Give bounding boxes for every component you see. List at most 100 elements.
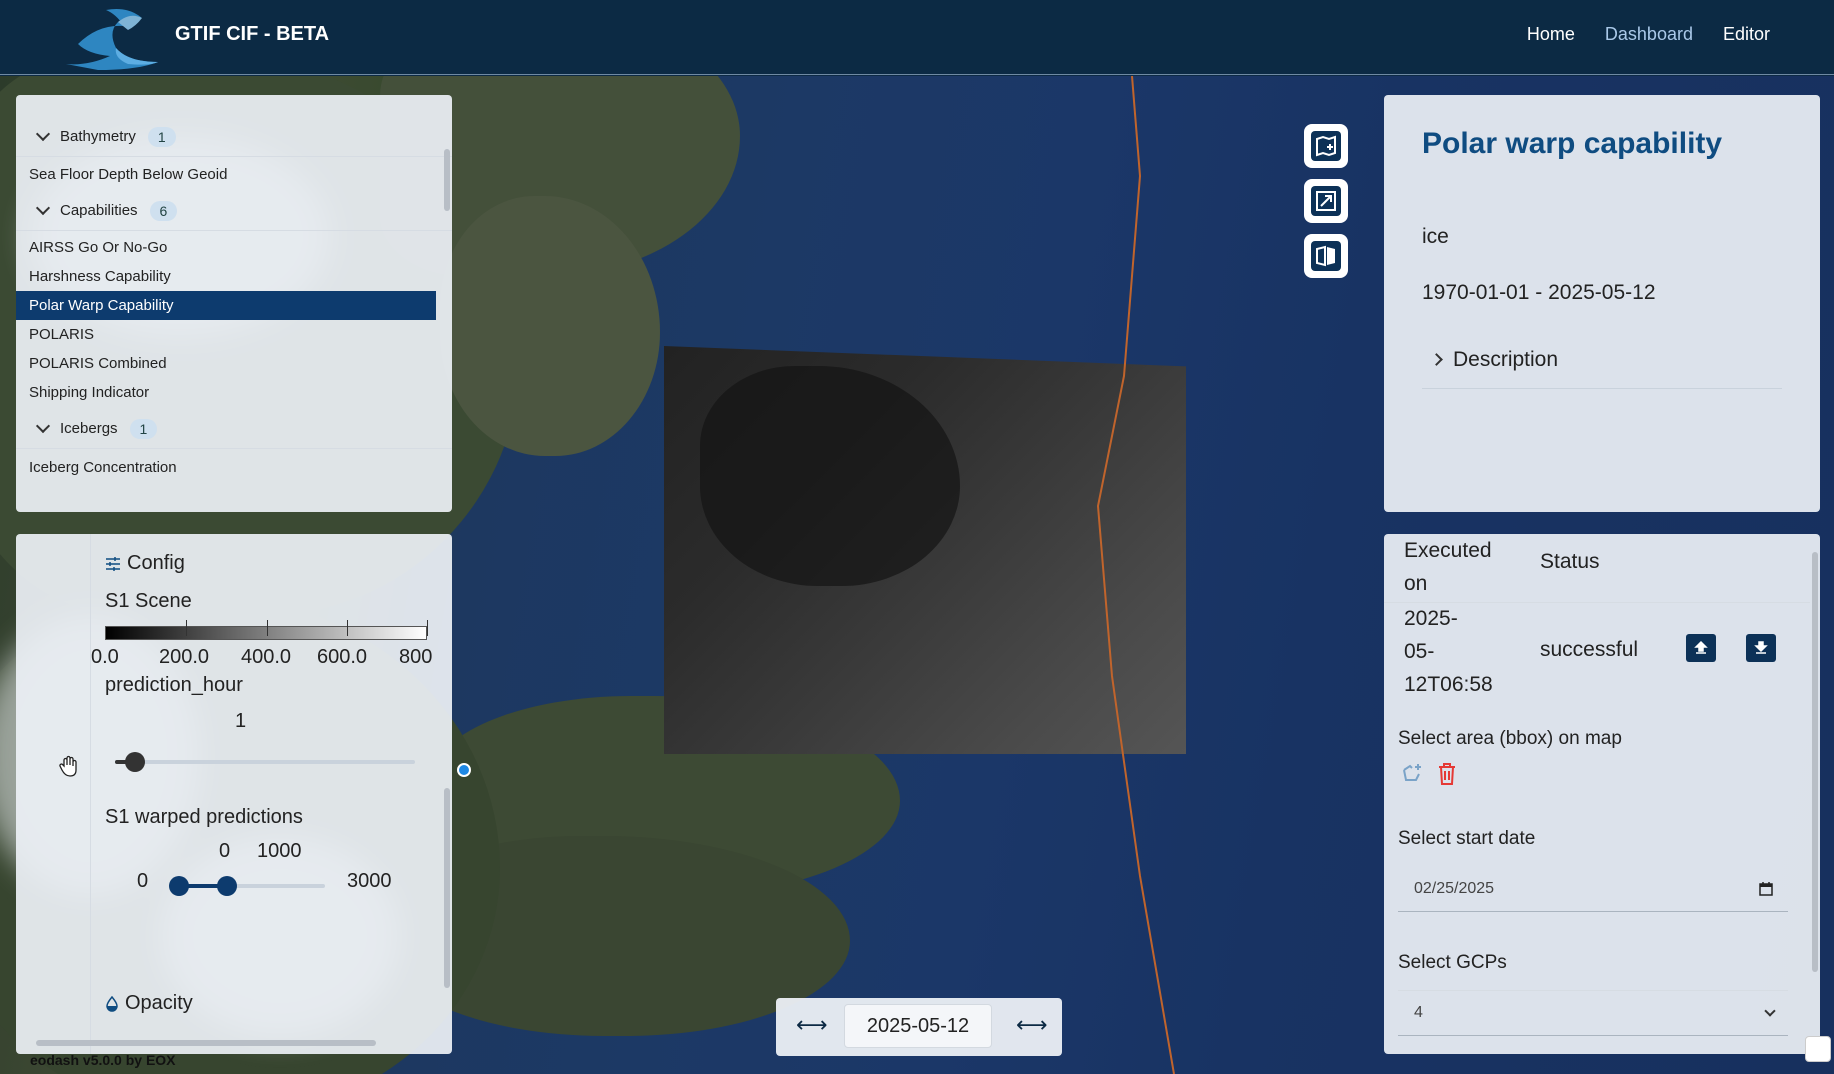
- row-date-part: 2025-: [1404, 607, 1458, 630]
- layer-item-selected[interactable]: Polar Warp Capability: [16, 291, 436, 320]
- compare-button[interactable]: [1304, 234, 1348, 278]
- description-expander[interactable]: Description: [1422, 331, 1782, 389]
- chevron-down-icon: [35, 418, 51, 434]
- upload-button[interactable]: [1686, 634, 1716, 662]
- gcps-select[interactable]: 4: [1398, 990, 1788, 1036]
- app-title: GTIF CIF - BETA: [175, 23, 330, 45]
- info-date-range: 1970-01-01 - 2025-05-12: [1422, 281, 1656, 304]
- corner-button[interactable]: [1805, 1036, 1831, 1062]
- gcps-value: 4: [1414, 1004, 1423, 1021]
- delete-icon[interactable]: [1436, 762, 1458, 786]
- tune-icon: [106, 556, 120, 571]
- group-icebergs[interactable]: Icebergs 1: [16, 409, 452, 449]
- colorbar-label: 0.0: [91, 646, 119, 668]
- gcps-label: Select GCPs: [1398, 952, 1507, 973]
- config-heading: Config: [105, 552, 185, 575]
- nav-editor[interactable]: Editor: [1723, 24, 1770, 45]
- group-label: Bathymetry: [60, 128, 136, 145]
- drag-hand-icon[interactable]: [56, 754, 82, 780]
- count-badge: 6: [149, 200, 178, 221]
- scene-label: S1 Scene: [105, 590, 192, 612]
- opacity-drop-icon: [106, 995, 118, 1012]
- download-icon: [1754, 641, 1768, 654]
- warped-range-high-knob[interactable]: [217, 876, 237, 896]
- range-max: 3000: [347, 870, 392, 892]
- main-nav: Home Dashboard Editor: [1527, 24, 1770, 45]
- extent-icon: [1311, 186, 1341, 216]
- colorbar-label: 600.0: [317, 646, 368, 668]
- group-bathymetry[interactable]: Bathymetry 1: [16, 117, 452, 157]
- group-label: Icebergs: [60, 420, 118, 437]
- config-scrollbar-v[interactable]: [444, 788, 450, 988]
- chevron-down-icon: [35, 200, 51, 216]
- prediction-hour-label: prediction_hour: [105, 674, 243, 696]
- map-marker[interactable]: [457, 763, 471, 777]
- layer-item[interactable]: Sea Floor Depth Below Geoid: [16, 160, 436, 189]
- config-scrollbar-h[interactable]: [36, 1040, 376, 1046]
- nav-dashboard[interactable]: Dashboard: [1605, 24, 1693, 45]
- app-header: GTIF CIF - BETA Home Dashboard Editor: [0, 0, 1834, 75]
- info-panel: Polar warp capability ice 1970-01-01 - 2…: [1384, 95, 1820, 512]
- chevron-right-icon: [1430, 353, 1443, 366]
- zoom-extent-button[interactable]: [1304, 179, 1348, 223]
- layer-item[interactable]: AIRSS Go Or No-Go: [16, 233, 436, 262]
- info-tag: ice: [1422, 225, 1449, 248]
- layer-item[interactable]: Shipping Indicator: [16, 378, 436, 407]
- row-date: 2025- 05- 12T06:58: [1404, 602, 1493, 701]
- opacity-row[interactable]: Opacity: [105, 992, 193, 1015]
- range-low-value: 0: [219, 840, 231, 862]
- row-date-part: 05-: [1404, 640, 1435, 663]
- info-title: Polar warp capability: [1422, 127, 1723, 160]
- draw-polygon-icon[interactable]: [1400, 762, 1424, 786]
- chevron-down-icon: [1764, 1005, 1776, 1017]
- download-button[interactable]: [1746, 634, 1776, 662]
- colorbar-tick: [186, 620, 187, 636]
- map-plus-icon: [1311, 131, 1341, 161]
- process-panel: Executed on Status 2025- 05- 12T06:58 su…: [1384, 534, 1820, 1054]
- add-map-button[interactable]: [1304, 124, 1348, 168]
- config-panel: Config S1 Scene 0.0 200.0 400.0 600.0 80…: [16, 534, 452, 1054]
- group-label: Capabilities: [60, 202, 138, 219]
- colorbar-tick: [267, 620, 268, 636]
- colorbar-label: 800: [399, 646, 433, 668]
- config-title: Config: [127, 552, 185, 574]
- chevron-down-icon: [35, 126, 51, 142]
- colorbar-label: 200.0: [159, 646, 210, 668]
- date-display[interactable]: 2025-05-12: [844, 1004, 992, 1048]
- upload-icon: [1694, 640, 1708, 654]
- group-capabilities[interactable]: Capabilities 6: [16, 191, 452, 231]
- process-scrollbar[interactable]: [1812, 552, 1818, 972]
- col-status-header: Status: [1540, 550, 1600, 573]
- start-date-value: 02/25/2025: [1414, 879, 1495, 897]
- description-label: Description: [1453, 347, 1559, 371]
- layer-item[interactable]: POLARIS Combined: [16, 349, 436, 378]
- row-status: successful: [1540, 638, 1639, 661]
- gtif-logo[interactable]: [58, 4, 166, 70]
- layer-item[interactable]: POLARIS: [16, 320, 436, 349]
- opacity-label: Opacity: [125, 992, 193, 1014]
- warped-label: S1 warped predictions: [105, 806, 303, 828]
- prev-date-button[interactable]: ⟷: [796, 1012, 828, 1038]
- prediction-hour-track[interactable]: [115, 760, 415, 764]
- layer-item[interactable]: Iceberg Concentration: [16, 453, 436, 482]
- row-date-part: 12T06:58: [1404, 673, 1493, 696]
- nav-home[interactable]: Home: [1527, 24, 1575, 45]
- compare-icon: [1311, 241, 1341, 271]
- start-date-input[interactable]: 02/25/2025: [1398, 866, 1788, 912]
- layer-item[interactable]: Harshness Capability: [16, 262, 436, 291]
- layer-scrollbar[interactable]: [444, 149, 450, 211]
- prediction-hour-slider[interactable]: [125, 752, 145, 772]
- bbox-label: Select area (bbox) on map: [1398, 728, 1622, 749]
- timeline-bar: ⟷ 2025-05-12 ⟷: [776, 998, 1062, 1056]
- warped-range-low-knob[interactable]: [169, 876, 189, 896]
- next-date-button[interactable]: ⟷: [1016, 1012, 1048, 1038]
- calendar-icon[interactable]: [1758, 881, 1774, 897]
- layer-list-panel: Bathymetry 1 Sea Floor Depth Below Geoid…: [16, 95, 452, 512]
- version-footer: eodash v5.0.0 by EOX: [30, 1052, 176, 1068]
- colorbar-tick: [427, 620, 428, 636]
- start-date-label: Select start date: [1398, 828, 1536, 849]
- count-badge: 1: [129, 418, 158, 439]
- range-min: 0: [137, 870, 149, 892]
- range-high-value: 1000: [257, 840, 302, 862]
- colorbar-label: 400.0: [241, 646, 292, 668]
